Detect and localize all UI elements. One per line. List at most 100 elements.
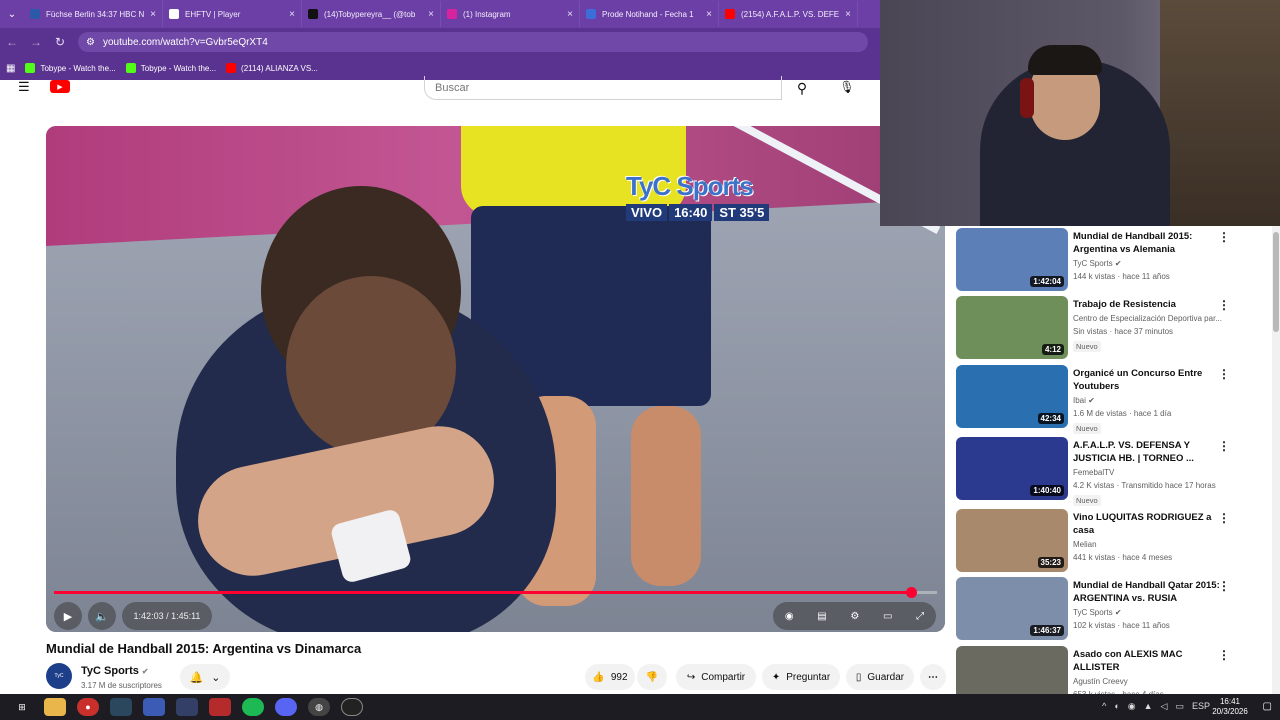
tab-search-button[interactable]: ⌄ bbox=[0, 0, 24, 28]
recommendation-channel[interactable]: TyC Sports ✔ bbox=[1073, 608, 1122, 617]
video-thumbnail[interactable]: 1:46:37 bbox=[956, 577, 1068, 640]
more-options-icon[interactable]: ⋮ bbox=[1218, 511, 1230, 525]
settings-icon[interactable]: ⚙ bbox=[850, 611, 859, 622]
subtitles-icon[interactable]: ▤ bbox=[817, 611, 826, 622]
recommendation-title[interactable]: Mundial de Handball 2015: Argentina vs A… bbox=[1073, 230, 1223, 256]
close-icon[interactable]: × bbox=[289, 9, 295, 20]
close-icon[interactable]: × bbox=[706, 9, 712, 20]
app-icon[interactable] bbox=[209, 698, 231, 716]
recommendation-item[interactable]: 1:46:37 Mundial de Handball Qatar 2015: … bbox=[956, 577, 1266, 641]
recommendation-channel[interactable]: TyC Sports ✔ bbox=[1073, 259, 1122, 268]
more-options-icon[interactable]: ⋮ bbox=[1218, 648, 1230, 662]
channel-avatar[interactable]: TyC bbox=[46, 663, 72, 689]
more-options-icon[interactable]: ⋮ bbox=[1218, 230, 1230, 244]
close-icon[interactable]: × bbox=[845, 9, 851, 20]
tab-1[interactable]: Füchse Berlin 34:37 HBC N × bbox=[24, 1, 163, 27]
fullscreen-icon[interactable]: ⤢ bbox=[916, 611, 924, 622]
app-icon[interactable] bbox=[143, 698, 165, 716]
url-field[interactable]: ⚙ youtube.com/watch?v=Gvbr5eQrXT4 bbox=[78, 32, 868, 52]
back-icon[interactable]: ← bbox=[0, 35, 24, 49]
app-icon[interactable]: ● bbox=[77, 698, 99, 716]
save-button[interactable]: ▯ Guardar bbox=[846, 664, 914, 690]
wifi-icon[interactable]: ▲ bbox=[1144, 701, 1153, 712]
recommendation-channel[interactable]: Melian bbox=[1073, 540, 1097, 549]
forward-icon[interactable]: → bbox=[24, 35, 48, 49]
share-button[interactable]: ↪ Compartir bbox=[676, 664, 756, 690]
progress-handle[interactable] bbox=[905, 587, 917, 598]
menu-icon[interactable]: ☰ bbox=[18, 80, 30, 93]
volume-icon[interactable]: 🔈 bbox=[88, 602, 116, 630]
tab-5[interactable]: Prode Notihand - Fecha 1 × bbox=[580, 1, 719, 27]
recommendation-title[interactable]: Organicé un Concurso Entre Youtubers bbox=[1073, 367, 1223, 393]
chevron-up-icon[interactable]: ^ bbox=[1102, 701, 1106, 712]
ask-button[interactable]: ✦ Preguntar bbox=[762, 664, 840, 690]
autoplay-toggle[interactable]: ◉ bbox=[785, 611, 794, 622]
audio-app-icon[interactable] bbox=[176, 698, 198, 716]
file-explorer-icon[interactable] bbox=[44, 698, 66, 716]
microphone-icon[interactable]: 🎙 bbox=[838, 78, 856, 96]
play-button[interactable]: ▶ bbox=[54, 602, 82, 630]
tab-4[interactable]: (1) Instagram × bbox=[441, 1, 580, 27]
video-thumbnail[interactable]: 42:34 bbox=[956, 365, 1068, 428]
tab-3[interactable]: (14)Tobypereyra__ (@tob × bbox=[302, 1, 441, 27]
battery-icon[interactable]: ▭ bbox=[1175, 701, 1184, 712]
channel-name[interactable]: TyC Sports ✔ bbox=[81, 665, 149, 677]
video-thumbnail[interactable]: 1:42:04 bbox=[956, 228, 1068, 291]
subscribe-bell-button[interactable]: 🔔 ⌄ bbox=[180, 664, 230, 690]
close-icon[interactable]: × bbox=[567, 9, 573, 20]
more-options-icon[interactable]: ⋮ bbox=[1218, 579, 1230, 593]
recommendation-channel[interactable]: Agustín Creevy bbox=[1073, 677, 1128, 686]
recommendation-channel[interactable]: Ibai ✔ bbox=[1073, 396, 1095, 405]
recommendation-item[interactable]: 1:42:04 Mundial de Handball 2015: Argent… bbox=[956, 228, 1266, 292]
close-icon[interactable]: × bbox=[150, 9, 156, 20]
more-options-icon[interactable]: ⋮ bbox=[1218, 439, 1230, 453]
more-actions-button[interactable]: ⋯ bbox=[920, 664, 946, 690]
chrome-icon[interactable]: ◍ bbox=[308, 698, 330, 716]
notification-icon[interactable]: ▢ bbox=[1263, 701, 1272, 712]
video-thumbnail[interactable]: 35:23 bbox=[956, 509, 1068, 572]
recommendation-channel[interactable]: Centro de Especialización Deportiva par.… bbox=[1073, 314, 1222, 323]
recommendation-item[interactable]: 35:23 Vino LUQUITAS RODRIGUEZ a casa Mel… bbox=[956, 509, 1266, 573]
progress-bar[interactable] bbox=[54, 587, 937, 598]
video-thumbnail[interactable] bbox=[956, 646, 1068, 694]
tab-6[interactable]: (2154) A.F.A.L.P. VS. DEFE × bbox=[719, 1, 858, 27]
scroll-thumb[interactable] bbox=[1273, 232, 1279, 332]
tab-2[interactable]: EHFTV | Player × bbox=[163, 1, 302, 27]
recommendation-title[interactable]: Vino LUQUITAS RODRIGUEZ a casa bbox=[1073, 511, 1223, 537]
tray-icon[interactable]: ◐ bbox=[1114, 701, 1119, 712]
recommendation-title[interactable]: Asado con ALEXIS MAC ALLISTER bbox=[1073, 648, 1223, 674]
video-thumbnail[interactable]: 4:12 bbox=[956, 296, 1068, 359]
search-icon[interactable]: ⚲ bbox=[782, 76, 822, 100]
more-options-icon[interactable]: ⋮ bbox=[1218, 367, 1230, 381]
miniplayer-icon[interactable]: ▭ bbox=[883, 611, 892, 622]
spotify-icon[interactable] bbox=[242, 698, 264, 716]
bookmark-1[interactable]: Tobype - Watch the... bbox=[25, 63, 116, 73]
obs-icon[interactable] bbox=[341, 698, 363, 716]
recommendation-item[interactable]: 1:40:40 A.F.A.L.P. VS. DEFENSA Y JUSTICI… bbox=[956, 437, 1266, 506]
windows-start-icon[interactable]: ⊞ bbox=[11, 698, 33, 716]
bookmark-2[interactable]: Tobype - Watch the... bbox=[125, 63, 216, 73]
recommendation-item[interactable]: 42:34 Organicé un Concurso Entre Youtube… bbox=[956, 365, 1266, 434]
more-options-icon[interactable]: ⋮ bbox=[1218, 298, 1230, 312]
bookmark-3[interactable]: (2114) ALIANZA VS... bbox=[226, 63, 318, 73]
recommendation-title[interactable]: Mundial de Handball Qatar 2015: ARGENTIN… bbox=[1073, 579, 1223, 605]
recommendation-title[interactable]: Trabajo de Resistencia bbox=[1073, 298, 1223, 311]
site-info-icon[interactable]: ⚙ bbox=[86, 37, 95, 48]
apps-icon[interactable]: ▦ bbox=[6, 63, 15, 74]
close-icon[interactable]: × bbox=[428, 9, 434, 20]
volume-icon[interactable]: ◁ bbox=[1161, 701, 1168, 712]
like-button[interactable]: 👍 992 bbox=[585, 664, 635, 690]
steam-icon[interactable] bbox=[110, 698, 132, 716]
recommendation-item[interactable]: Asado con ALEXIS MAC ALLISTER Agustín Cr… bbox=[956, 646, 1266, 694]
reload-icon[interactable]: ↻ bbox=[48, 35, 72, 49]
recommendation-channel[interactable]: FemebalTV bbox=[1073, 468, 1114, 477]
video-player[interactable]: TyC Sports VIVO 16:40 ST 35'5 ▶ 🔈 1:42:0… bbox=[46, 126, 945, 632]
dislike-button[interactable]: 👎 bbox=[637, 664, 667, 690]
tray-icon[interactable]: ◉ bbox=[1128, 701, 1136, 712]
scrollbar[interactable] bbox=[1272, 226, 1280, 694]
discord-icon[interactable] bbox=[275, 698, 297, 716]
recommendation-item[interactable]: 4:12 Trabajo de Resistencia Centro de Es… bbox=[956, 296, 1266, 360]
search-input[interactable]: Buscar bbox=[424, 76, 782, 100]
recommendation-title[interactable]: A.F.A.L.P. VS. DEFENSA Y JUSTICIA HB. | … bbox=[1073, 439, 1223, 465]
video-thumbnail[interactable]: 1:40:40 bbox=[956, 437, 1068, 500]
